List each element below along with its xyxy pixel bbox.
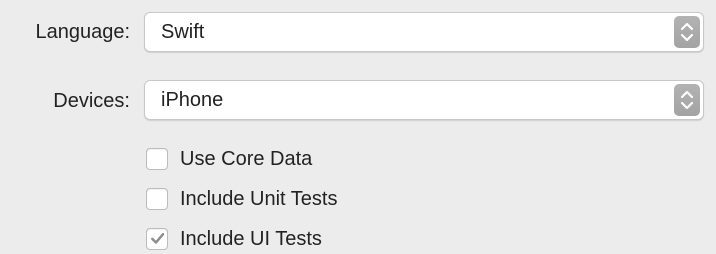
language-popup-button[interactable]: Swift — [144, 12, 704, 52]
language-label: Language: — [35, 21, 130, 43]
up-down-chevron-icon — [674, 16, 700, 48]
checkmark-icon — [151, 232, 165, 244]
include-unit-tests-label: Include Unit Tests — [180, 188, 338, 210]
include-ui-tests-label: Include UI Tests — [180, 228, 322, 250]
use-core-data-checkbox[interactable] — [146, 148, 168, 170]
devices-popup-button[interactable]: iPhone — [144, 80, 704, 120]
include-unit-tests-checkbox[interactable] — [146, 188, 168, 210]
include-ui-tests-checkbox[interactable] — [146, 228, 168, 250]
use-core-data-label: Use Core Data — [180, 148, 313, 170]
language-selected-value: Swift — [161, 21, 205, 43]
up-down-chevron-icon — [674, 84, 700, 116]
devices-selected-value: iPhone — [161, 89, 224, 111]
devices-label: Devices: — [53, 90, 130, 112]
